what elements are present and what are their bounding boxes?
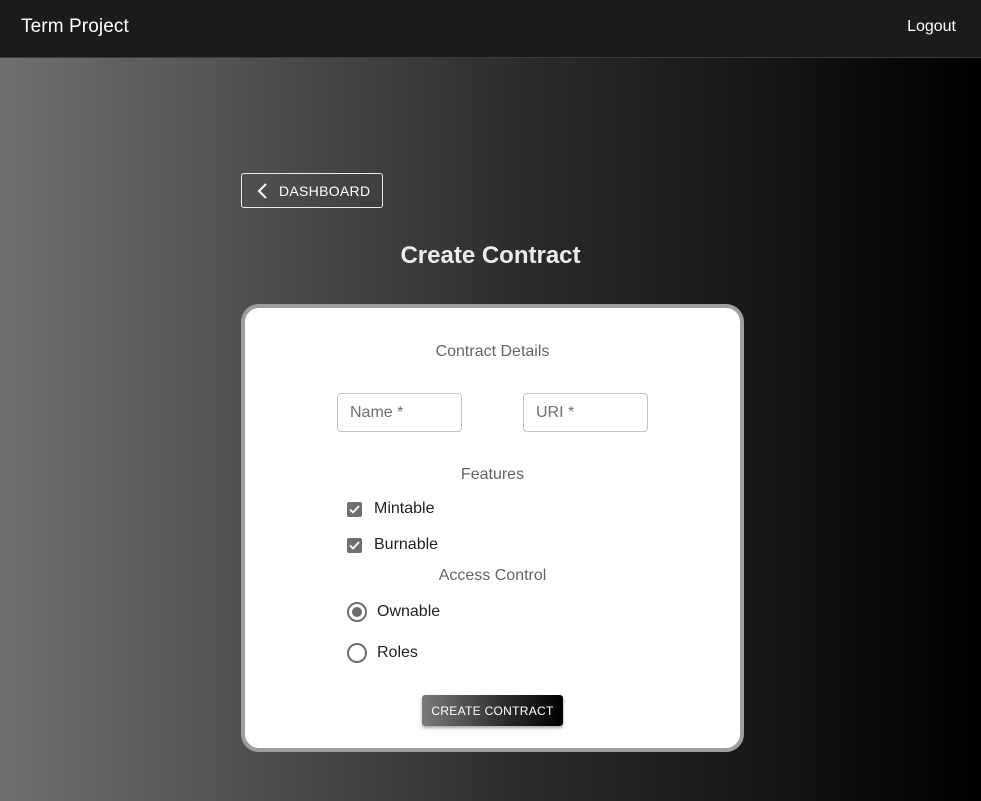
name-input[interactable] [338,394,461,431]
uri-field[interactable] [523,393,648,432]
feature-mintable[interactable]: Mintable [347,500,434,518]
checkbox-checked-icon[interactable] [347,501,362,517]
access-roles[interactable]: Roles [347,643,418,663]
access-control-heading: Access Control [438,567,547,584]
access-ownable-label: Ownable [377,603,441,620]
radio-selected-icon[interactable] [347,602,367,622]
checkbox-checked-icon[interactable] [347,537,362,553]
create-contract-form: Contract Details Features Mintable Burna… [241,304,744,752]
app-title: Term Project [21,16,129,37]
logout-button[interactable]: Logout [907,18,956,36]
page-title: Create Contract [400,242,581,269]
name-field[interactable] [337,393,462,432]
chevron-left-icon [249,174,277,207]
contract-details-heading: Contract Details [435,343,550,360]
back-button-label: DASHBOARD [279,182,371,199]
feature-burnable-label: Burnable [374,536,439,553]
back-to-dashboard-button[interactable]: DASHBOARD [241,173,383,208]
app-bar: Term Project Logout [0,0,981,58]
uri-input[interactable] [524,394,647,431]
access-roles-label: Roles [377,644,418,661]
create-contract-button[interactable]: CREATE CONTRACT [422,695,563,726]
feature-burnable[interactable]: Burnable [347,536,438,554]
radio-unselected-icon[interactable] [347,643,367,663]
features-heading: Features [460,466,525,483]
access-ownable[interactable]: Ownable [347,602,440,622]
feature-mintable-label: Mintable [374,500,435,517]
